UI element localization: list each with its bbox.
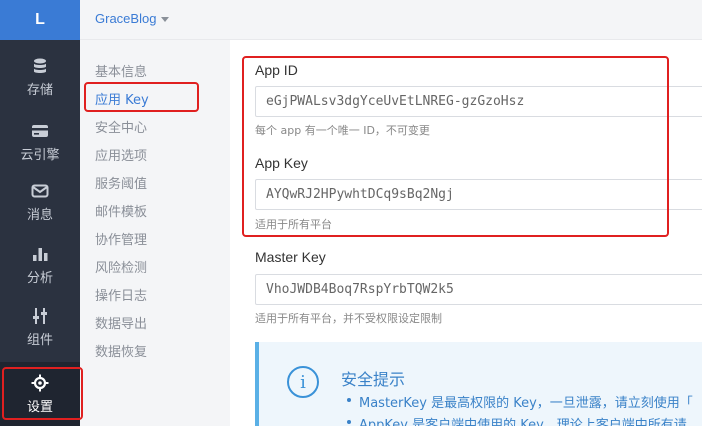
gear-icon bbox=[31, 374, 49, 392]
app-key-field[interactable]: AYQwRJ2HPywhtDCq9sBq2Ngj bbox=[255, 179, 702, 210]
nav-item-components[interactable]: 组件 bbox=[0, 295, 80, 355]
nav-item-settings[interactable]: 设置 bbox=[0, 362, 80, 426]
app-switcher[interactable]: GraceBlog bbox=[95, 11, 170, 26]
app-id-field[interactable]: eGjPWALsv3dgYceUvEtLNREG-gzGzoHsz bbox=[255, 86, 702, 117]
logo-letter: L bbox=[35, 11, 45, 28]
app-key-label: App Key bbox=[255, 155, 308, 171]
nav-item-analytics[interactable]: 分析 bbox=[0, 233, 80, 293]
submenu-item-app-key[interactable]: 应用 Key bbox=[95, 89, 149, 108]
nav-item-label: 存储 bbox=[26, 83, 53, 98]
submenu-item-email-templates[interactable]: 邮件模板 bbox=[95, 201, 147, 220]
master-key-field[interactable]: VhoJWDB4Boq7RspYrbTQW2k5 bbox=[255, 274, 702, 305]
settings-submenu: 基本信息 应用 Key 安全中心 应用选项 服务阈值 邮件模板 协作管理 风险检… bbox=[80, 40, 230, 426]
app-id-hint: 每个 app 有一个唯一 ID，不可变更 bbox=[255, 124, 430, 137]
chevron-down-icon bbox=[161, 17, 170, 23]
nav-item-label: 组件 bbox=[26, 333, 53, 348]
master-key-hint: 适用于所有平台，并不受权限设定限制 bbox=[255, 312, 442, 325]
security-tip-line: MasterKey 是最高权限的 Key，一旦泄露，请立刻使用「 bbox=[347, 392, 693, 411]
submenu-item-collaboration[interactable]: 协作管理 bbox=[95, 229, 147, 248]
nav-item-messages[interactable]: 消息 bbox=[0, 170, 80, 230]
app-id-label: App ID bbox=[255, 62, 298, 78]
master-key-value: VhoJWDB4Boq7RspYrbTQW2k5 bbox=[266, 282, 454, 297]
info-icon: i bbox=[287, 366, 319, 398]
credit-card-icon bbox=[32, 125, 48, 137]
nav-item-cloud-engine[interactable]: 云引擎 bbox=[0, 110, 80, 170]
submenu-item-service-thresholds[interactable]: 服务阈值 bbox=[95, 173, 147, 192]
submenu-item-data-export[interactable]: 数据导出 bbox=[95, 313, 147, 332]
submenu-item-app-options[interactable]: 应用选项 bbox=[95, 145, 147, 164]
app-name: GraceBlog bbox=[95, 11, 157, 26]
nav-item-label: 消息 bbox=[26, 208, 53, 223]
envelope-icon bbox=[31, 184, 49, 198]
main-nav: L 存储 云引擎 消息 分析 组件 设置 bbox=[0, 0, 80, 426]
sliders-icon bbox=[33, 308, 47, 324]
nav-item-label: 分析 bbox=[26, 271, 53, 286]
submenu-item-basic-info[interactable]: 基本信息 bbox=[95, 61, 147, 80]
submenu-item-risk-detection[interactable]: 风险检测 bbox=[95, 257, 147, 276]
nav-item-storage[interactable]: 存储 bbox=[0, 45, 80, 105]
master-key-label: Master Key bbox=[255, 249, 326, 265]
submenu-item-security-center[interactable]: 安全中心 bbox=[95, 117, 147, 136]
security-tip-title: 安全提示 bbox=[341, 370, 406, 389]
app-id-value: eGjPWALsv3dgYceUvEtLNREG-gzGzoHsz bbox=[266, 94, 525, 109]
database-icon bbox=[34, 58, 46, 73]
app-key-value: AYQwRJ2HPywhtDCq9sBq2Ngj bbox=[266, 187, 454, 202]
bar-chart-icon bbox=[33, 248, 48, 261]
submenu-item-operation-log[interactable]: 操作日志 bbox=[95, 285, 147, 304]
security-tip-line: AppKey 是客户端中使用的 Key，理论上客户端中所有请 bbox=[347, 414, 687, 426]
nav-item-label: 设置 bbox=[26, 400, 53, 415]
submenu-item-data-restore[interactable]: 数据恢复 bbox=[95, 341, 147, 360]
nav-item-label: 云引擎 bbox=[20, 148, 60, 163]
app-key-hint: 适用于所有平台 bbox=[255, 218, 332, 231]
security-tip-panel: i 安全提示 MasterKey 是最高权限的 Key，一旦泄露，请立刻使用「 … bbox=[255, 342, 702, 426]
app-logo[interactable]: L bbox=[0, 0, 80, 40]
top-bar: GraceBlog bbox=[80, 0, 702, 40]
main-content: App ID eGjPWALsv3dgYceUvEtLNREG-gzGzoHsz… bbox=[230, 40, 702, 426]
